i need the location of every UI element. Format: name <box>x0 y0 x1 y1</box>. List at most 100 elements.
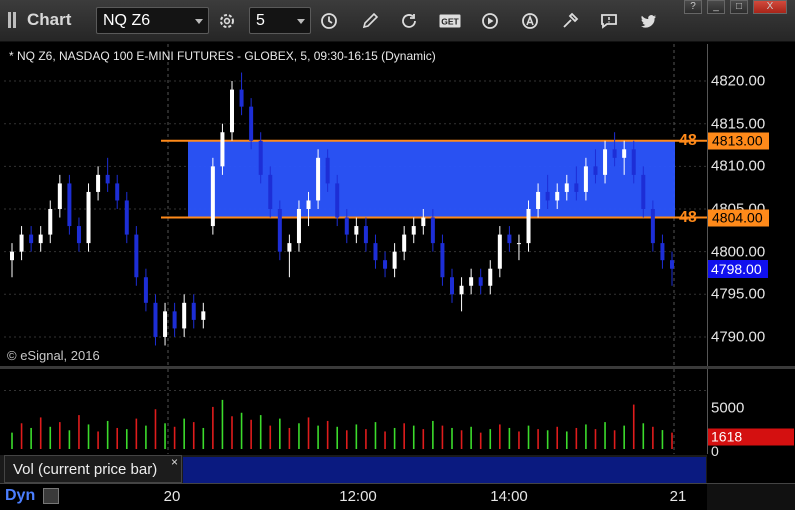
candle-body <box>641 174 646 209</box>
alert-icon <box>522 12 538 29</box>
help-button[interactable]: ? <box>684 0 702 14</box>
interval-input[interactable]: 5 <box>249 7 311 34</box>
chevron-down-icon[interactable] <box>297 19 305 24</box>
pencil-icon <box>362 12 379 28</box>
candle-body <box>38 234 43 244</box>
price-tick-label: 4800.00 <box>711 243 766 261</box>
chat-icon <box>601 13 617 29</box>
symbol-input[interactable]: NQ Z6 <box>96 7 209 34</box>
candle-body <box>497 234 502 269</box>
candle-body <box>277 209 282 252</box>
play-button[interactable] <box>476 7 504 34</box>
time-label: 12:00 <box>339 488 377 505</box>
candle-body <box>583 166 588 192</box>
symbol-value: NQ Z6 <box>103 12 151 29</box>
dynamic-mode-label[interactable]: Dyn <box>5 487 35 505</box>
candle-body <box>411 226 416 235</box>
tools-icon <box>563 12 579 28</box>
candle-body <box>143 277 148 303</box>
candle-body <box>86 191 91 244</box>
candle-body <box>325 157 330 184</box>
price-tick-label: 4820.00 <box>711 72 766 90</box>
candle-body <box>10 251 14 261</box>
candle-body <box>124 200 129 235</box>
volume-axis[interactable]: 5000 1618 0 <box>707 369 795 459</box>
tools-button[interactable] <box>556 7 584 34</box>
candle-body <box>182 302 187 329</box>
candle-body <box>564 183 569 192</box>
candle-body <box>392 251 397 269</box>
chevron-down-icon[interactable] <box>195 19 203 24</box>
candle-body <box>516 243 521 245</box>
candle-body <box>48 209 53 235</box>
candle-body <box>191 302 196 320</box>
volume-chart-svg[interactable] <box>4 369 707 454</box>
minimize-button[interactable]: _ <box>707 0 725 14</box>
candle-body <box>230 89 234 133</box>
candle-body <box>421 217 426 227</box>
level-label: 48 <box>679 208 697 226</box>
candle-body <box>115 183 120 201</box>
get-icon: GET <box>439 14 461 27</box>
last-price-tag: 4798.00 <box>708 259 768 278</box>
price-chart-svg[interactable] <box>4 44 707 366</box>
app-grip-icon <box>8 12 22 28</box>
price-chart[interactable]: * NQ Z6, NASDAQ 100 E-MINI FUTURES - GLO… <box>4 44 707 366</box>
candle-body <box>316 157 321 201</box>
volume-label-fill <box>183 457 706 483</box>
candle-body <box>335 183 340 218</box>
copyright-text: © eSignal, 2016 <box>7 348 100 363</box>
price-axis[interactable]: 4820.004815.004810.004805.004800.004795.… <box>707 44 795 366</box>
candle-body <box>344 217 349 235</box>
get-button[interactable]: GET <box>436 7 464 34</box>
candle-body <box>258 140 263 175</box>
candle-body <box>478 277 483 286</box>
candle-body <box>536 191 541 209</box>
maximize-button[interactable]: □ <box>730 0 748 14</box>
settings-cog-icon <box>220 13 234 28</box>
play-icon <box>482 12 498 29</box>
lock-icon[interactable] <box>43 488 59 504</box>
chart-header: * NQ Z6, NASDAQ 100 E-MINI FUTURES - GLO… <box>9 49 436 63</box>
time-axis-scroll[interactable] <box>707 484 795 510</box>
chat-button[interactable] <box>595 7 623 34</box>
price-tick-label: 4795.00 <box>711 285 766 303</box>
candle-body <box>650 209 655 244</box>
clock-button[interactable] <box>315 7 343 34</box>
candle-body <box>67 183 72 227</box>
candle-body <box>555 191 560 201</box>
volume-label-bar: Vol (current price bar) × <box>0 455 707 483</box>
draw-tool-button[interactable] <box>356 7 384 34</box>
level-price-tag: 4813.00 <box>708 132 769 150</box>
volume-study-name: Vol (current price bar) <box>13 461 158 478</box>
candle-body <box>76 226 81 244</box>
close-button[interactable]: X <box>753 0 787 14</box>
alert-button[interactable] <box>516 7 544 34</box>
candle-body <box>526 209 531 244</box>
price-tick-label: 4815.00 <box>711 115 766 133</box>
app-title: Chart <box>27 10 72 29</box>
settings-cog-button[interactable] <box>213 7 241 34</box>
close-icon[interactable]: × <box>171 455 178 469</box>
candle-body <box>612 149 617 158</box>
level-label: 48 <box>679 131 697 149</box>
candle-body <box>172 311 177 329</box>
price-tick-label: 4810.00 <box>711 157 766 175</box>
candle-body <box>96 174 101 192</box>
time-label: 14:00 <box>490 488 528 505</box>
candle-body <box>239 89 244 107</box>
candle-body <box>57 183 62 209</box>
candle-body <box>402 234 407 252</box>
clock-icon <box>321 12 337 29</box>
volume-study-label[interactable]: Vol (current price bar) <box>4 455 182 483</box>
candle-body <box>153 302 158 337</box>
candle-body <box>383 260 388 269</box>
volume-chart[interactable] <box>4 369 707 454</box>
twitter-button[interactable] <box>635 7 663 34</box>
candle-body <box>430 217 435 244</box>
get-label: GET <box>441 16 459 26</box>
time-axis[interactable]: Dyn 20 12:00 14:00 21 <box>0 483 795 510</box>
toolbar: Chart NQ Z6 5 GET ? _ □ X <box>0 0 795 42</box>
candle-body <box>593 166 598 175</box>
refresh-button[interactable] <box>395 7 423 34</box>
